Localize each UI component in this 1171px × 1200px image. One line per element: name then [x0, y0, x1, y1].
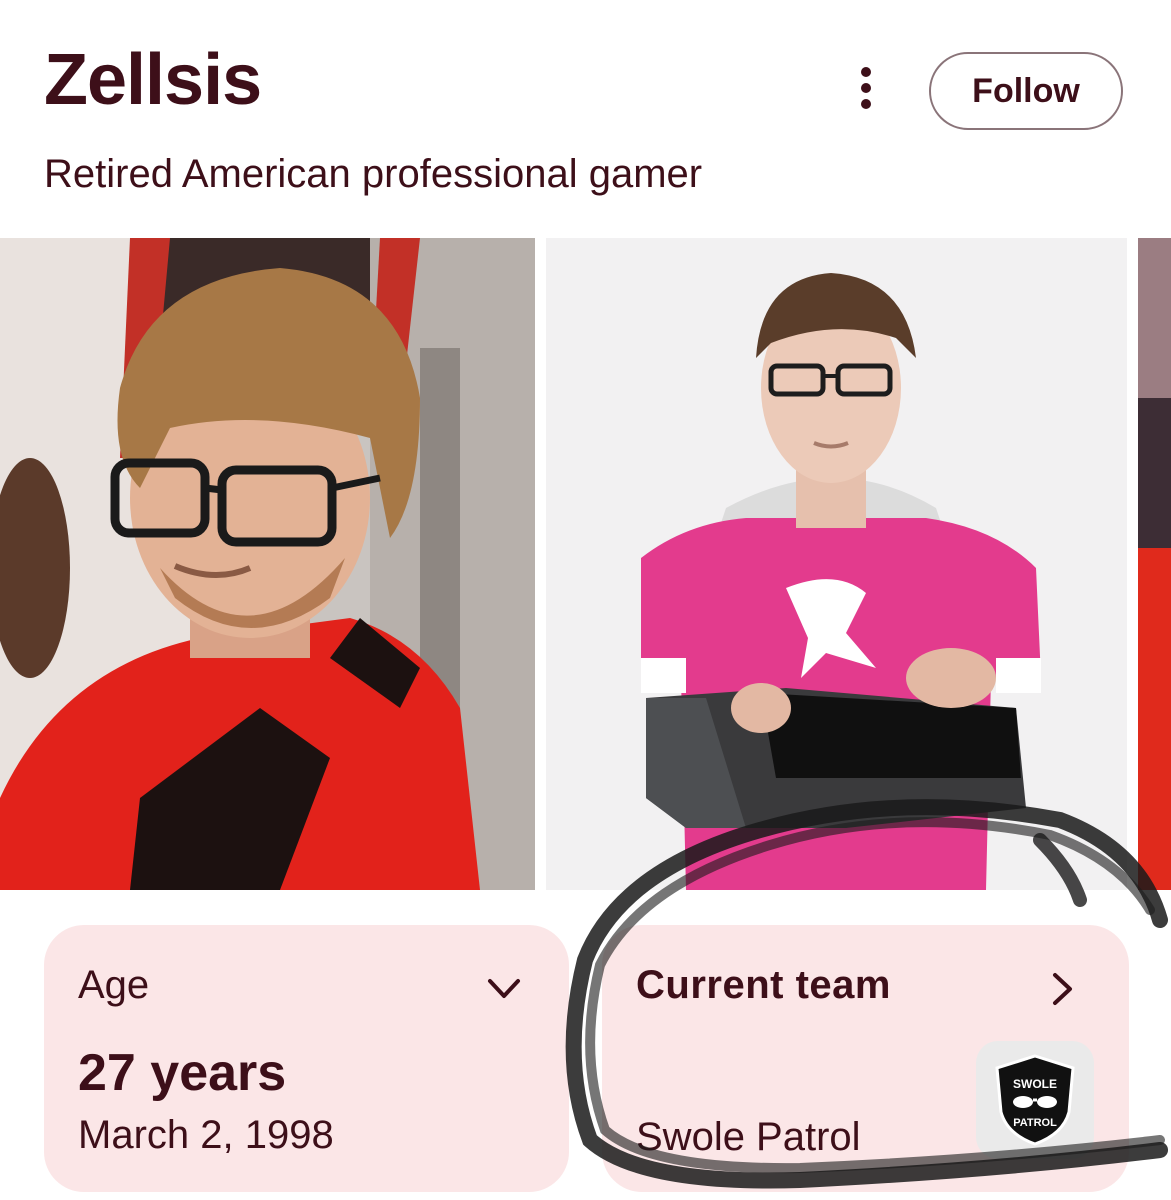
chevron-right-icon[interactable] [1042, 969, 1082, 1009]
current-team-label: Current team [636, 963, 891, 1007]
current-team-card[interactable]: Current team Swole Patrol SWOLE PATROL [602, 925, 1129, 1192]
photo-partial[interactable] [1138, 238, 1171, 890]
page-title: Zellsis [44, 40, 262, 120]
team-logo-text-bottom: PATROL [1013, 1117, 1057, 1129]
team-logo-text-top: SWOLE [1013, 1077, 1057, 1091]
age-card[interactable]: Age 27 years March 2, 1998 [44, 925, 569, 1192]
age-label: Age [78, 963, 150, 1007]
chevron-down-icon[interactable] [484, 969, 524, 1009]
follow-button[interactable]: Follow [929, 52, 1123, 130]
more-vert-icon[interactable] [848, 62, 884, 114]
photo-player-red-jersey[interactable] [0, 238, 535, 890]
team-logo: SWOLE PATROL [976, 1041, 1094, 1159]
team-name: Swole Patrol [636, 1115, 861, 1159]
birth-date: March 2, 1998 [78, 1113, 334, 1157]
photo-player-pink-jersey[interactable] [546, 238, 1127, 890]
page-subtitle: Retired American professional gamer [44, 152, 703, 196]
age-value: 27 years [78, 1044, 287, 1102]
